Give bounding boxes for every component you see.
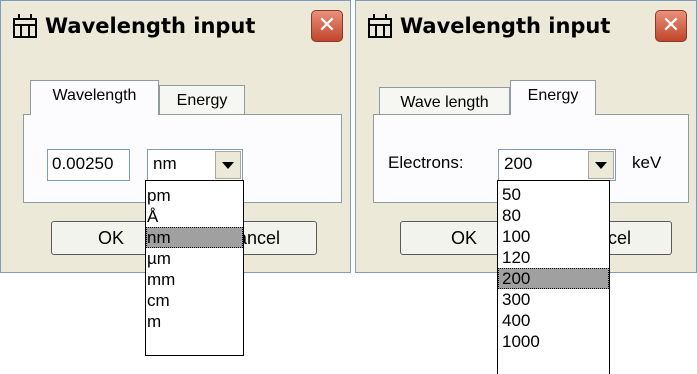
title-bar[interactable]: Wavelength input ✕ <box>356 1 696 51</box>
unit-dropdown-list[interactable]: pm Å nm µm mm cm m <box>145 180 244 356</box>
close-icon: ✕ <box>661 13 681 38</box>
tab-wavelength[interactable]: Wavelength <box>30 80 159 115</box>
unit-select[interactable]: nm <box>147 149 243 181</box>
unit-select-value: nm <box>153 154 177 173</box>
dropdown-option-cm[interactable]: cm <box>146 290 243 311</box>
dropdown-option-400[interactable]: 400 <box>498 310 609 331</box>
energy-dropdown-list[interactable]: 50 80 100 120 200 300 400 1000 <box>497 180 610 374</box>
energy-unit-label: keV <box>632 153 662 172</box>
close-button[interactable]: ✕ <box>655 10 687 42</box>
dropdown-option-m[interactable]: m <box>146 311 243 332</box>
dropdown-arrow-icon[interactable] <box>215 151 241 179</box>
window-title: Wavelength input <box>400 14 611 38</box>
dropdown-option-100[interactable]: 100 <box>498 226 609 247</box>
close-button[interactable]: ✕ <box>311 10 343 42</box>
window-title: Wavelength input <box>45 14 256 38</box>
dropdown-option-nm[interactable]: nm <box>146 227 243 248</box>
tab-energy[interactable]: Energy <box>159 85 245 116</box>
wavelength-app-icon <box>368 14 392 38</box>
energy-select-value: 200 <box>504 154 533 173</box>
title-bar[interactable]: Wavelength input ✕ <box>1 1 350 51</box>
dropdown-option-mm[interactable]: mm <box>146 269 243 290</box>
energy-select[interactable]: 200 <box>498 149 616 181</box>
dropdown-option-80[interactable]: 80 <box>498 205 609 226</box>
close-icon: ✕ <box>317 13 337 38</box>
tab-energy[interactable]: Energy <box>510 80 596 115</box>
dropdown-option-50[interactable]: 50 <box>498 184 609 205</box>
dropdown-option-1000[interactable]: 1000 <box>498 331 609 352</box>
dropdown-option-pm[interactable]: pm <box>146 185 243 206</box>
dropdown-option-200[interactable]: 200 <box>498 268 609 289</box>
wavelength-value-input[interactable]: 0.00250 <box>47 149 130 181</box>
dropdown-option-angstrom[interactable]: Å <box>146 206 243 227</box>
ok-button[interactable]: OK <box>400 221 508 255</box>
dropdown-option-120[interactable]: 120 <box>498 247 609 268</box>
dropdown-arrow-icon[interactable] <box>588 151 614 179</box>
wavelength-app-icon <box>13 14 37 38</box>
dropdown-option-300[interactable]: 300 <box>498 289 609 310</box>
dropdown-option-um[interactable]: µm <box>146 248 243 269</box>
electrons-label: Electrons: <box>388 153 464 172</box>
